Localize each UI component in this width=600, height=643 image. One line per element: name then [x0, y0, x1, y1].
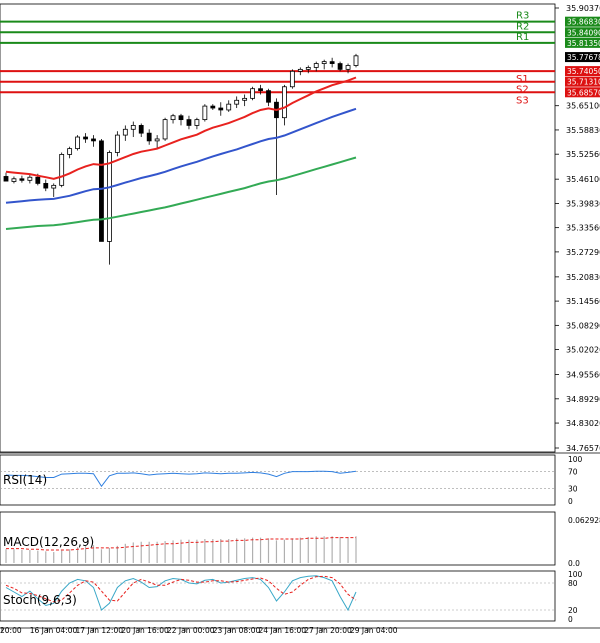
time-tick-label: 20 Jan 16:00: [121, 626, 169, 635]
indicator-tick-label: 0: [568, 615, 573, 624]
candle-body: [186, 119, 192, 126]
indicator-tick-label: 70: [568, 468, 578, 477]
indicator-tick-label: 100: [568, 455, 583, 464]
level-name-r2: R2: [516, 21, 529, 32]
candle-body: [266, 90, 271, 103]
price-tick-label: 35.65100: [566, 102, 600, 111]
price-tick-label: 35.52560: [566, 150, 600, 159]
level-name-s1: S1: [516, 74, 529, 85]
candle-body: [242, 97, 248, 101]
price-tick-label: 35.33560: [566, 224, 600, 233]
candle-body: [313, 63, 319, 68]
time-tick-label: 16 Jan 04:00: [30, 626, 78, 635]
price-tick-label: 35.20830: [566, 273, 600, 282]
candle-body: [43, 183, 49, 189]
indicator-tick-label: 100: [568, 570, 583, 579]
candle-body: [194, 119, 200, 126]
candle-body: [305, 67, 311, 70]
candle-body: [162, 119, 168, 140]
macd-label: MACD(12,26,9): [3, 535, 94, 549]
candle-body: [67, 148, 73, 155]
price-tick-label: 35.08290: [566, 321, 600, 330]
level-price-label: 35.68570: [567, 88, 600, 97]
candle-body: [27, 176, 33, 181]
candle-body: [210, 105, 216, 109]
level-price-label: 35.71310: [567, 78, 600, 87]
time-tick-label: 22 Jan 00:00: [167, 626, 215, 635]
level-name-r3: R3: [516, 11, 529, 22]
time-tick-label: 27 Jan 20:00: [304, 626, 352, 635]
stoch-label: Stoch(9,6,3): [3, 593, 77, 607]
candle-body: [59, 154, 65, 186]
candle-body: [130, 125, 136, 130]
pane-frame: [0, 454, 556, 506]
candle-body: [337, 63, 343, 70]
candle-body: [114, 134, 120, 153]
time-tick-label: 29 Jan 04:00: [350, 626, 398, 635]
candle-body: [250, 88, 255, 99]
candle-body: [146, 132, 152, 142]
time-tick-label: 20:00: [0, 626, 22, 635]
candle-body: [329, 61, 335, 64]
candle-body: [282, 86, 287, 119]
time-tick-label: 23 Jan 08:00: [213, 626, 261, 635]
price-tick-label: 35.58830: [566, 126, 600, 135]
indicator-tick-label: 80: [568, 579, 578, 588]
price-tick-label: 35.39830: [566, 199, 600, 208]
price-tick-label: 34.95560: [566, 371, 600, 380]
candle-body: [51, 184, 57, 189]
level-price-label: 35.84090: [567, 28, 600, 37]
candle-body: [345, 65, 351, 70]
candle-body: [75, 136, 80, 150]
candle-body: [91, 138, 96, 142]
price-tick-label: 35.14560: [566, 297, 600, 306]
time-tick-label: 17 Jan 12:00: [76, 626, 124, 635]
price-tick-label: 34.83020: [566, 419, 600, 428]
price-tick-label: 35.90370: [566, 4, 600, 13]
indicator-tick-label: 0.0: [568, 559, 580, 568]
candle-body: [3, 176, 9, 182]
candle-body: [122, 128, 128, 136]
candle-body: [289, 70, 295, 88]
price-tick-label: 35.02020: [566, 346, 600, 355]
candle-body: [226, 103, 232, 111]
price-tick-label: 34.76570: [566, 444, 600, 453]
indicator-tick-label: 30: [568, 484, 578, 493]
candle-body: [218, 107, 224, 111]
price-tick-label: 34.89290: [566, 395, 600, 404]
rsi-label: RSI(14): [3, 473, 47, 487]
trading-chart: R3 35.86830 R2 35.84090 R1 35.81350 S1 35.74050…: [0, 0, 600, 639]
indicator-tick-label: 0: [568, 497, 573, 506]
indicator-tick-label: 20: [568, 606, 578, 615]
level-price-label: 35.81350: [567, 39, 600, 48]
level-price-label: 35.74050: [567, 67, 600, 76]
candle-body: [107, 152, 112, 242]
chart-canvas: R3 35.86830 R2 35.84090 R1 35.81350 S1 35.74050…: [0, 0, 600, 639]
candle-body: [258, 88, 263, 92]
candle-body: [99, 140, 104, 242]
candle-body: [353, 55, 359, 66]
candle-body: [154, 138, 160, 142]
candle-body: [83, 136, 88, 140]
level-name-s3: S3: [516, 95, 529, 106]
candle-body: [202, 105, 208, 121]
candle-body: [178, 115, 184, 121]
candle-body: [138, 125, 144, 134]
current-price-label: 35.77678: [567, 53, 600, 62]
price-tick-label: 35.27290: [566, 248, 600, 257]
level-price-label: 35.86830: [567, 18, 600, 27]
price-tick-label: 35.46100: [566, 175, 600, 184]
candle-body: [321, 61, 327, 64]
level-name-r1: R1: [516, 32, 529, 43]
candle-body: [297, 68, 303, 72]
time-tick-label: 24 Jan 16:00: [259, 626, 307, 635]
candle-body: [19, 178, 25, 181]
candle-body: [170, 115, 176, 121]
level-name-s2: S2: [516, 85, 529, 96]
pane-frame: [0, 570, 556, 622]
candle-body: [234, 99, 240, 105]
candle-body: [35, 176, 41, 184]
candle-body: [11, 178, 17, 182]
indicator-tick-label: 0.062928: [568, 516, 600, 525]
